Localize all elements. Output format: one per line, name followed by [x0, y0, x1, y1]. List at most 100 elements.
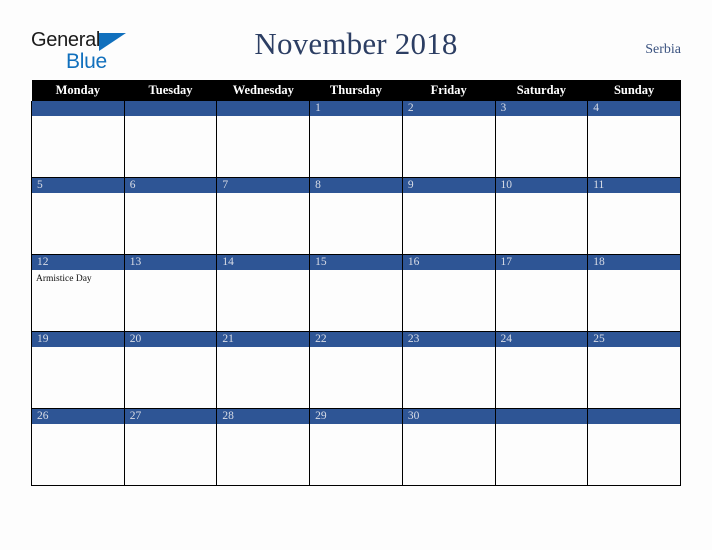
calendar-week-row: 1234 [31, 101, 681, 178]
day-number: 1 [310, 101, 402, 116]
calendar-day-cell[interactable]: 17 [494, 254, 589, 332]
holiday-event: Armistice Day [36, 274, 92, 284]
day-cell-content: 28 [217, 409, 310, 485]
calendar-week-row: 19 20 21 22 23 24 25 [31, 331, 681, 409]
calendar-day-cell[interactable]: 20 [123, 331, 218, 409]
day-cell-content: 1 [310, 101, 402, 177]
calendar-day-cell[interactable]: 28 [216, 408, 311, 486]
country-label: Serbia [645, 42, 681, 57]
day-cell-content: 2 [402, 101, 495, 177]
calendar-day-cell[interactable]: 29 [309, 408, 403, 486]
day-cell-content [495, 409, 588, 485]
calendar-day-cell[interactable]: 12 Armistice Day [31, 254, 125, 332]
day-events [403, 193, 495, 196]
day-number [124, 101, 217, 116]
day-events [496, 347, 588, 350]
day-cell-content: 7 [217, 178, 310, 254]
day-number: 22 [310, 332, 402, 347]
day-events [32, 116, 124, 119]
day-events [310, 116, 402, 119]
day-events [125, 193, 217, 196]
calendar-day-cell[interactable]: 21 [216, 331, 311, 409]
calendar-day-cell[interactable]: 1 [309, 101, 403, 178]
day-number: 5 [32, 178, 124, 193]
day-number: 19 [32, 332, 124, 347]
day-number [32, 101, 124, 116]
day-cell-content: 6 [124, 178, 217, 254]
calendar-day-cell[interactable]: 4 [587, 101, 681, 178]
calendar-day-cell[interactable]: 30 [401, 408, 496, 486]
weekday-header-sunday: Sunday [587, 80, 681, 101]
day-events [217, 424, 309, 427]
day-number [217, 101, 310, 116]
day-cell-content: 19 [32, 332, 124, 408]
calendar-day-cell[interactable]: 16 [401, 254, 496, 332]
day-number: 18 [588, 255, 680, 270]
day-events [125, 424, 217, 427]
calendar-week-row: 5 6 7 8 9 10 11 [31, 177, 681, 255]
day-number: 12 [32, 255, 124, 270]
calendar-day-cell[interactable]: 25 [587, 331, 681, 409]
calendar-body: 1 2 3 4 5 6 7 8 9 10 11 12 Armistice Day 13 14 15 16 17 18… [31, 101, 681, 486]
day-events [32, 193, 124, 196]
weekday-header-friday: Friday [402, 80, 496, 101]
calendar-day-cell[interactable]: 22 [309, 331, 403, 409]
calendar-day-cell[interactable]: 14 [216, 254, 311, 332]
day-events [217, 347, 309, 350]
page-header: General Blue November 2018 Serbia [0, 26, 712, 76]
day-events [217, 193, 309, 196]
calendar-day-cell[interactable] [587, 408, 681, 486]
page-title: November 2018 [254, 26, 458, 61]
calendar-day-cell[interactable] [494, 408, 589, 486]
day-number [588, 409, 680, 424]
calendar-day-cell[interactable] [31, 101, 125, 178]
day-events [32, 424, 124, 427]
calendar-day-cell[interactable]: 27 [123, 408, 218, 486]
weekday-header-saturday: Saturday [495, 80, 588, 101]
day-events [310, 424, 402, 427]
calendar-day-cell[interactable]: 11 [587, 177, 681, 255]
calendar-day-cell[interactable]: 15 [309, 254, 403, 332]
calendar-day-cell[interactable]: 18 [587, 254, 681, 332]
calendar-day-cell[interactable] [216, 101, 311, 178]
day-cell-content: 24 [495, 332, 588, 408]
day-number: 25 [588, 332, 680, 347]
day-number: 30 [402, 409, 495, 424]
calendar-day-cell[interactable]: 2 [401, 101, 496, 178]
day-cell-content: 29 [310, 409, 402, 485]
calendar-day-cell[interactable]: 10 [494, 177, 589, 255]
calendar-day-cell[interactable]: 7 [216, 177, 311, 255]
weekday-header-wednesday: Wednesday [216, 80, 310, 101]
calendar-day-cell[interactable]: 19 [31, 331, 125, 409]
day-number: 4 [588, 101, 680, 116]
day-cell-content: 11 [588, 178, 680, 254]
day-events [403, 270, 495, 273]
calendar-grid: Monday Tuesday Wednesday Thursday Friday… [31, 80, 681, 486]
calendar-day-cell[interactable]: 5 [31, 177, 125, 255]
calendar-day-cell[interactable]: 24 [494, 331, 589, 409]
calendar-day-cell[interactable]: 8 [309, 177, 403, 255]
calendar-day-cell[interactable]: 26 [31, 408, 125, 486]
calendar-day-cell[interactable]: 6 [123, 177, 218, 255]
day-cell-content: 26 [32, 409, 124, 485]
calendar-day-cell[interactable]: 9 [401, 177, 496, 255]
calendar-day-cell[interactable]: 23 [401, 331, 496, 409]
day-events [588, 424, 680, 427]
day-number: 27 [124, 409, 217, 424]
day-events [403, 424, 495, 427]
day-events [32, 347, 124, 350]
day-cell-content: 21 [217, 332, 310, 408]
calendar-day-cell[interactable]: 13 [123, 254, 218, 332]
calendar-day-cell[interactable]: 3 [494, 101, 589, 178]
calendar-day-cell[interactable] [123, 101, 218, 178]
calendar-page: General Blue November 2018 Serbia Monday… [0, 0, 712, 550]
day-number: 28 [217, 409, 310, 424]
day-cell-content: 20 [124, 332, 217, 408]
day-number: 16 [402, 255, 495, 270]
day-events [403, 347, 495, 350]
day-number: 29 [310, 409, 402, 424]
day-cell-content: 23 [402, 332, 495, 408]
day-number: 9 [402, 178, 495, 193]
day-cell-content: 16 [402, 255, 495, 331]
day-cell-content: 15 [310, 255, 402, 331]
